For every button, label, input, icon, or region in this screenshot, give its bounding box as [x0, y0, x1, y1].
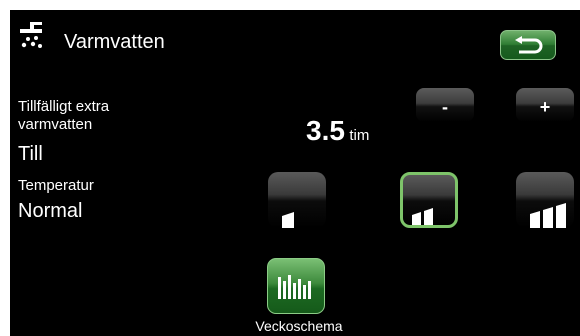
temp-normal-button[interactable]: [400, 172, 458, 228]
page-title: Varmvatten: [64, 31, 165, 53]
weekly-schedule-icon: [278, 275, 311, 299]
weekly-schedule-label: Veckoschema: [255, 318, 343, 334]
water-heater-screen: Varmvatten Tillfälligt extra varmvatten …: [10, 10, 580, 336]
minus-button[interactable]: -: [416, 88, 474, 122]
temperature-value: Normal: [18, 200, 83, 222]
extra-hot-water-label-line2: varmvatten: [18, 116, 93, 133]
plus-button[interactable]: +: [516, 88, 574, 122]
shower-icon: [16, 20, 52, 54]
temp-high-icon: [530, 203, 566, 228]
temp-low-icon: [282, 212, 294, 228]
hours-unit: tim: [349, 127, 370, 144]
temperature-label: Temperatur: [18, 177, 94, 194]
extra-hot-water-hours: 3.5 tim: [306, 115, 369, 147]
extra-hot-water-value: Till: [18, 143, 43, 165]
extra-hot-water-label: Tillfälligt extra varmvatten: [18, 98, 109, 134]
weekly-schedule-button[interactable]: [267, 258, 325, 314]
temp-low-button[interactable]: [268, 172, 326, 228]
temp-high-button[interactable]: [516, 172, 574, 228]
hours-value: 3.5: [306, 115, 345, 146]
back-button[interactable]: [500, 30, 556, 60]
return-arrow-icon: [515, 36, 543, 54]
extra-hot-water-label-line1: Tillfälligt extra: [18, 98, 110, 115]
temp-normal-icon: [412, 208, 433, 225]
